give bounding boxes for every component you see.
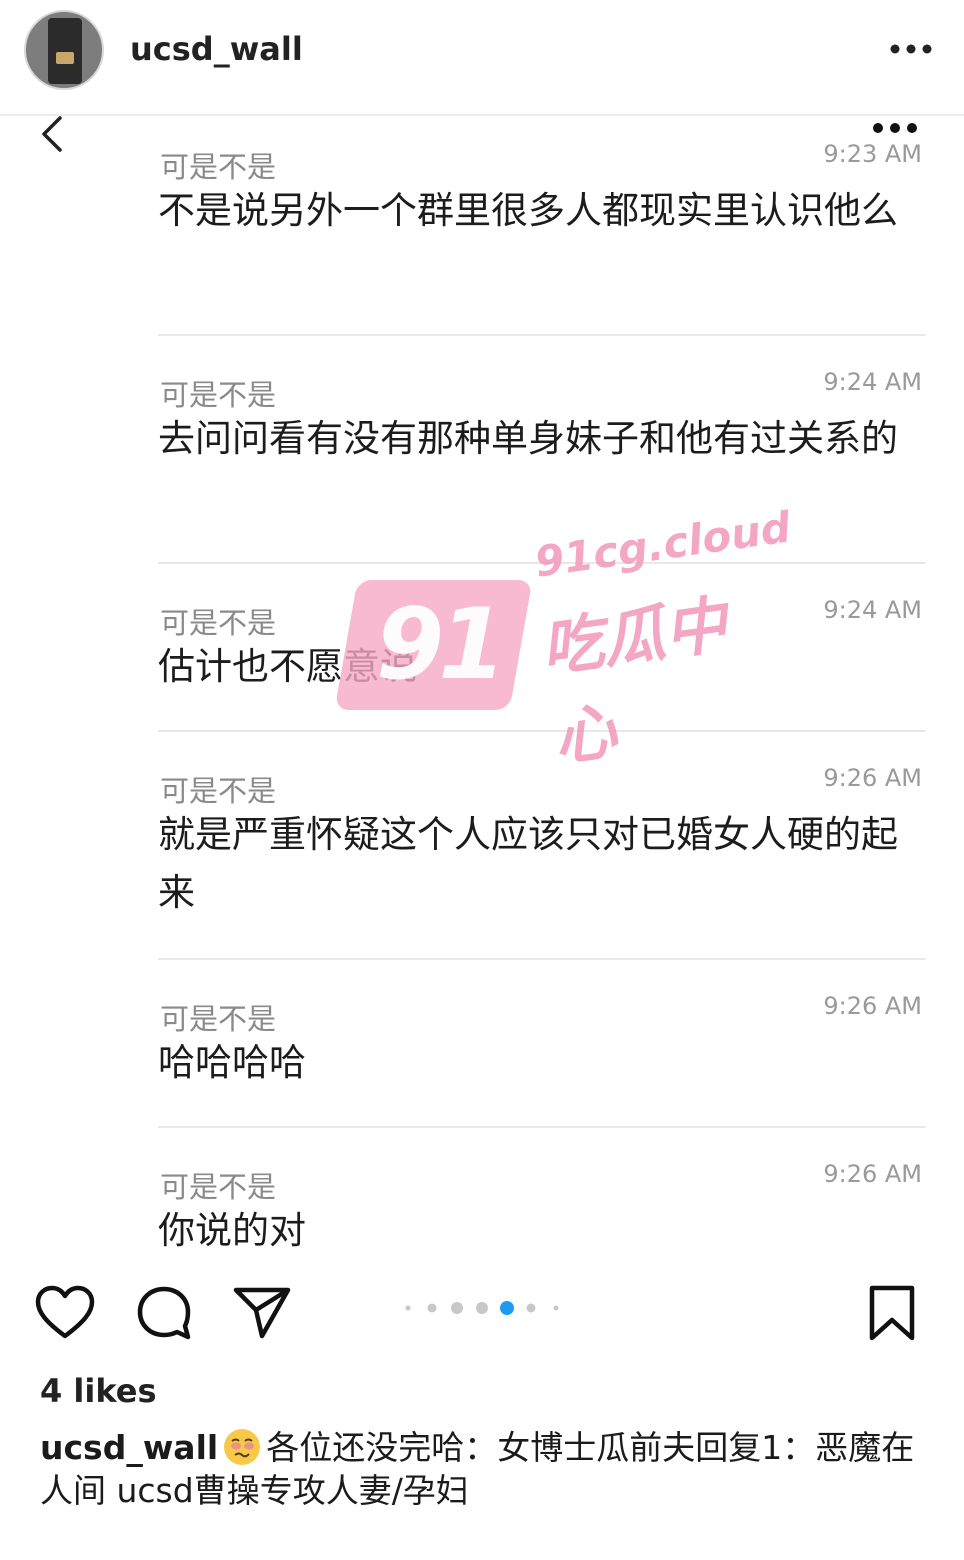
post-header: ucsd_wall — [0, 0, 964, 116]
watermark-domain: 91cg.cloud — [531, 502, 794, 587]
message-sender: 可是不是 — [160, 378, 277, 412]
chevron-left-icon — [42, 116, 62, 152]
header-username[interactable]: ucsd_wall — [130, 30, 303, 68]
message-sender: 可是不是 — [160, 774, 277, 808]
message-time: 9:24 AM — [823, 368, 922, 396]
divider — [158, 730, 926, 732]
message-time: 9:26 AM — [823, 764, 922, 792]
message-text: 不是说另外一个群里很多人都现实里认识他么 — [158, 189, 898, 232]
divider — [158, 958, 926, 960]
caption-username[interactable]: ucsd_wall — [40, 1428, 218, 1467]
message-sender: 可是不是 — [160, 606, 277, 640]
divider — [158, 562, 926, 564]
message-sender: 可是不是 — [160, 150, 277, 184]
message-time: 9:24 AM — [823, 596, 922, 624]
divider — [158, 1126, 926, 1128]
heart-icon[interactable] — [34, 1284, 96, 1340]
message-sender: 可是不是 — [160, 1002, 277, 1036]
send-icon[interactable] — [232, 1284, 292, 1340]
message-sender: 可是不是 — [160, 1170, 277, 1204]
carousel-indicator — [405, 1301, 559, 1315]
message-time: 9:26 AM — [823, 992, 922, 1020]
message-text: 哈哈哈哈 — [158, 1041, 306, 1084]
message-time: 9:26 AM — [823, 1160, 922, 1188]
message-text: 估计也不愿意说 — [158, 645, 417, 688]
bookmark-icon[interactable] — [866, 1284, 918, 1342]
avatar[interactable] — [24, 10, 104, 90]
message-text: 去问问看有没有那种单身妹子和他有过关系的 — [158, 417, 898, 460]
comment-icon[interactable] — [134, 1284, 194, 1342]
divider — [158, 334, 926, 336]
post-caption: ucsd_wall 各位还没完哈：女博士瓜前夫回复1：恶魔在人间 ucsd曹操专… — [40, 1426, 930, 1512]
message-text: 就是严重怀疑这个人应该只对已婚女人硬的起来 — [158, 813, 898, 914]
message-time: 9:23 AM — [823, 140, 922, 168]
more-horizontal-icon[interactable] — [886, 34, 936, 64]
message-text: 你说的对 — [158, 1209, 306, 1252]
woozy-face-icon — [224, 1429, 261, 1465]
likes-count[interactable]: 4 likes — [40, 1372, 157, 1410]
chat-more-icon — [873, 123, 917, 133]
